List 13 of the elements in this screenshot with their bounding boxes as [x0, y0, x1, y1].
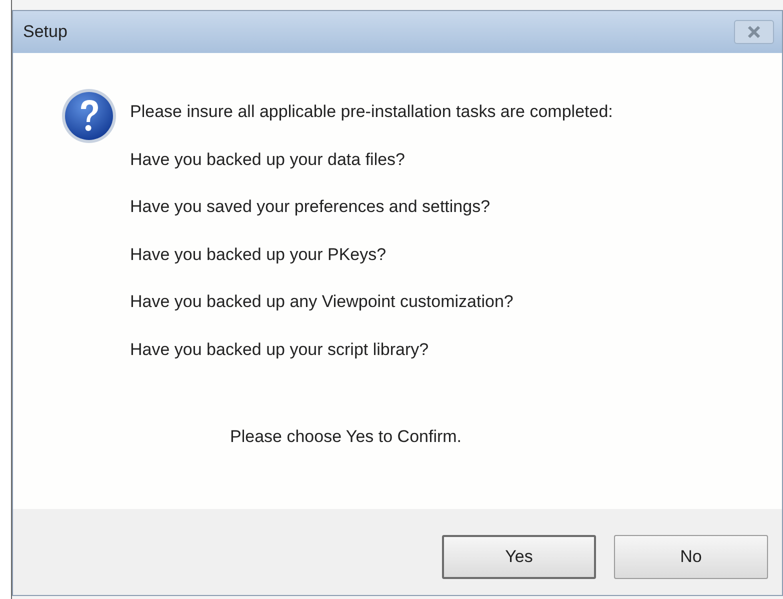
intro-text: Please insure all applicable pre-installation tasks are completed:	[130, 101, 613, 123]
close-icon	[746, 25, 762, 39]
window-title: Setup	[23, 21, 68, 44]
question-icon	[60, 87, 118, 145]
question-text: Have you saved your preferences and settings?	[130, 196, 492, 218]
question-text: Have you backed up any Viewpoint customization?	[130, 291, 514, 313]
dialog-button[interactable]: Yes	[442, 535, 596, 579]
question-text: Have you backed up your PKeys?	[130, 244, 388, 266]
question-text: Have you backed up your data files?	[130, 148, 406, 170]
confirm-prompt: Please choose Yes to Confirm.	[230, 427, 462, 446]
close-button[interactable]	[734, 20, 774, 44]
question-text: Have you backed up your script library?	[130, 338, 430, 360]
dialog-button[interactable]: No	[614, 535, 768, 579]
